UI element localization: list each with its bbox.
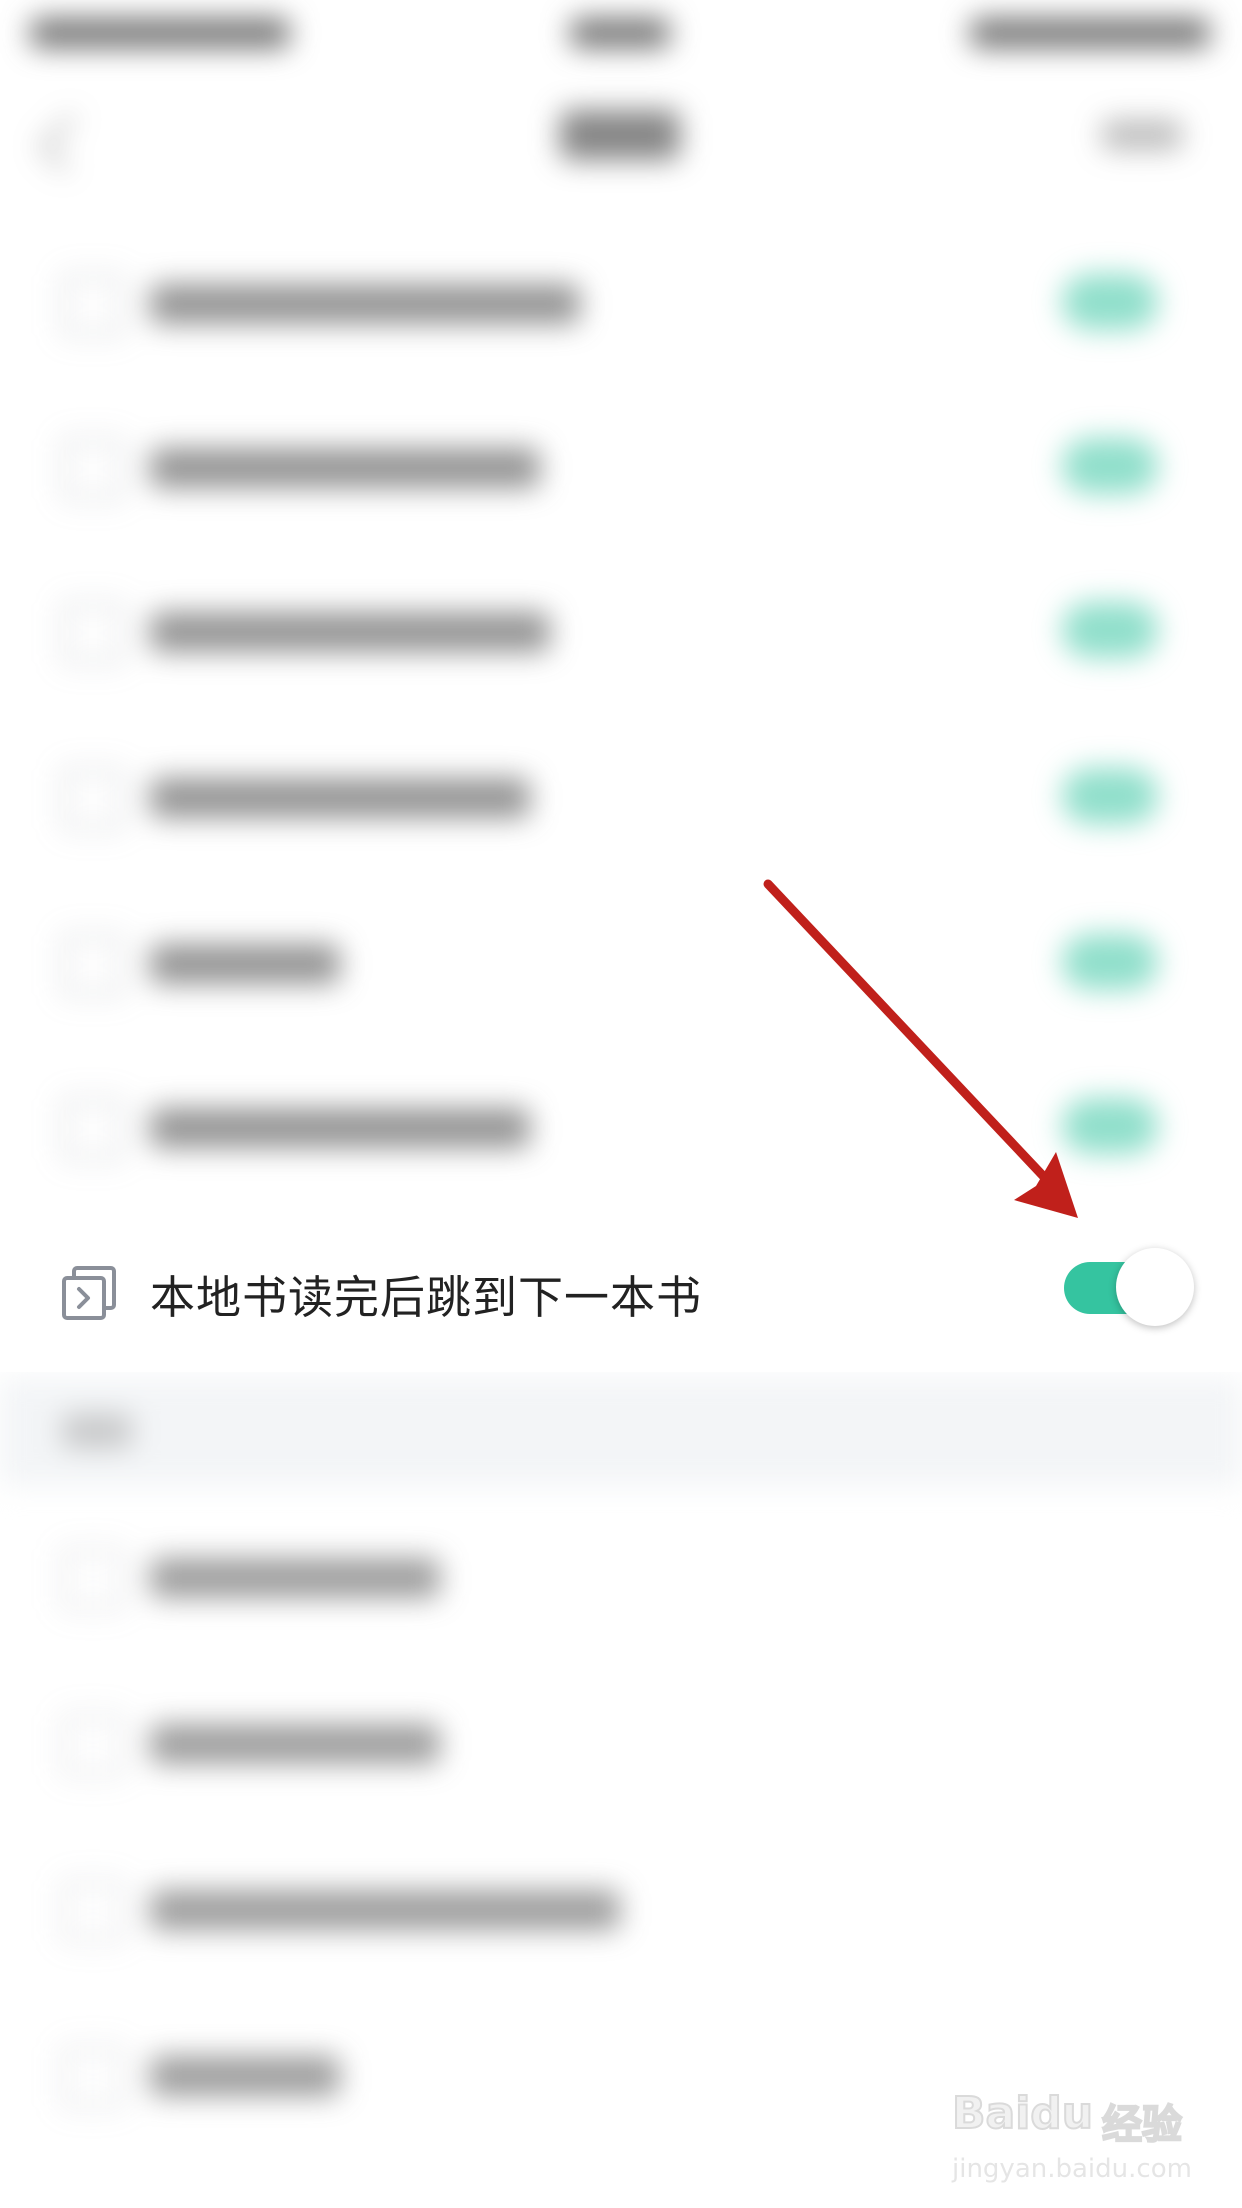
watermark-brand-cn: 经验 — [1101, 2101, 1183, 2149]
settings-row[interactable] — [0, 1496, 1242, 1661]
next-book-toggle[interactable] — [1064, 1248, 1194, 1328]
setting-toggle[interactable] — [1062, 274, 1158, 330]
status-time — [570, 18, 670, 48]
setting-label — [150, 1108, 530, 1148]
back-icon[interactable] — [39, 114, 97, 172]
setting-label — [150, 284, 580, 324]
settings-row[interactable] — [0, 1662, 1242, 1827]
setting-toggle[interactable] — [1062, 768, 1158, 824]
setting-label — [150, 944, 340, 984]
watermark-url: jingyan.baidu.com — [952, 2154, 1192, 2184]
settings-row[interactable] — [0, 882, 1242, 1047]
setting-icon — [62, 768, 124, 830]
setting-icon — [62, 2046, 124, 2108]
setting-label — [150, 2056, 340, 2096]
setting-toggle[interactable] — [1062, 438, 1158, 494]
setting-toggle[interactable] — [1062, 1098, 1158, 1154]
toggle-knob[interactable] — [1116, 1248, 1194, 1326]
status-carrier — [30, 18, 290, 48]
setting-label — [150, 778, 530, 818]
setting-icon — [62, 274, 124, 336]
setting-icon — [62, 934, 124, 996]
setting-row-next-book[interactable]: 本地书读完后跳到下一本书 — [0, 1222, 1242, 1372]
setting-label — [150, 612, 550, 652]
setting-icon — [62, 1880, 124, 1942]
setting-label — [150, 1890, 620, 1930]
more-icon[interactable] — [1102, 120, 1182, 150]
setting-icon — [62, 1548, 124, 1610]
next-book-icon — [60, 1264, 120, 1324]
setting-label — [150, 1558, 440, 1598]
settings-row[interactable] — [0, 222, 1242, 387]
setting-icon — [62, 438, 124, 500]
setting-icon — [62, 602, 124, 664]
status-battery — [970, 18, 1210, 48]
settings-row[interactable] — [0, 386, 1242, 551]
settings-row[interactable] — [0, 1828, 1242, 1993]
setting-toggle[interactable] — [1062, 602, 1158, 658]
setting-icon — [62, 1714, 124, 1776]
status-bar — [0, 0, 1242, 80]
section-header — [0, 1378, 1242, 1486]
nav-bar — [0, 80, 1242, 200]
baidu-watermark: Baidu 经验 jingyan.baidu.com — [951, 2070, 1192, 2200]
settings-row[interactable] — [0, 716, 1242, 881]
settings-row[interactable] — [0, 1046, 1242, 1211]
setting-label: 本地书读完后跳到下一本书 — [150, 1271, 703, 1324]
setting-icon — [62, 1098, 124, 1160]
setting-label — [150, 1724, 440, 1764]
page-title — [560, 110, 680, 160]
settings-row[interactable] — [0, 550, 1242, 715]
section-label — [62, 1414, 132, 1448]
setting-label — [150, 448, 540, 488]
watermark-brand: Baidu — [951, 2087, 1094, 2140]
setting-toggle[interactable] — [1062, 934, 1158, 990]
